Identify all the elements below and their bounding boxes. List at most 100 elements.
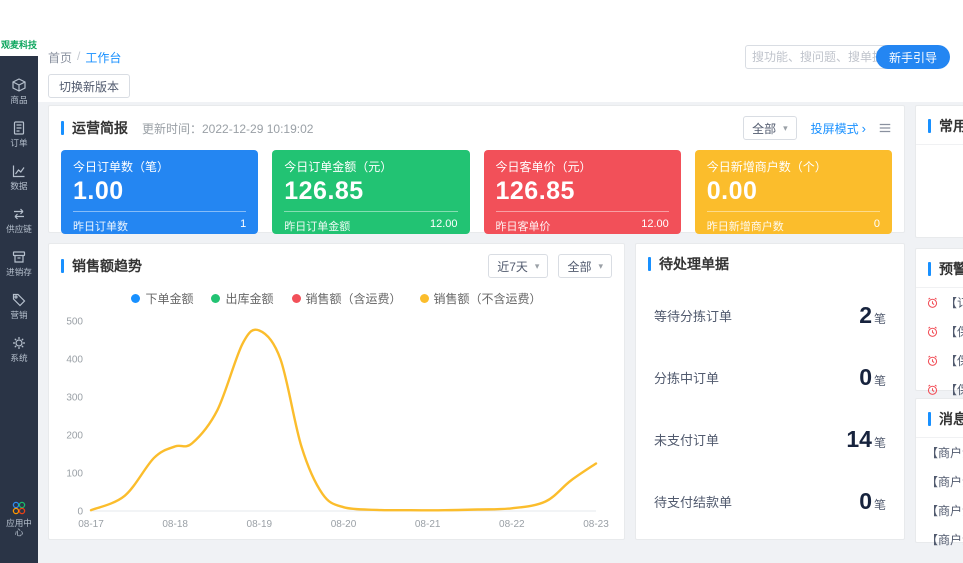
- breadcrumb-home-link[interactable]: 首页: [48, 49, 72, 66]
- sidebar-item-label: 供应链: [4, 225, 35, 234]
- stat-card-today-new-merchants: 今日新增商户数（个） 0.00 昨日新增商户数 0: [695, 150, 892, 234]
- warning-row[interactable]: 【保质期】: [916, 346, 963, 375]
- pending-row-unit: 笔: [874, 436, 886, 450]
- stat-sub-label: 昨日订单数: [73, 218, 128, 234]
- dashboard-content: 运营简报 更新时间：2022-12-29 10:19:02 全部 ▾ 投屏模式 …: [38, 102, 963, 563]
- pending-row-label: 未支付订单: [654, 430, 719, 449]
- gear-icon: [11, 335, 27, 351]
- sales-trend-chart: 010020030040050008-1708-1808-1908-2008-2…: [55, 309, 612, 539]
- legend-item-outbound-amount[interactable]: 出库金额: [211, 290, 273, 307]
- warning-text: 【保质期】: [945, 352, 963, 369]
- notice-text: 【商户注册】: [926, 444, 963, 461]
- sidebar-item-label: 进销存: [4, 268, 35, 277]
- stat-card-today-avg-order: 今日客单价（元） 126.85 昨日客单价 12.00: [484, 150, 681, 234]
- data-chart-icon: [11, 163, 27, 179]
- beginner-guide-button[interactable]: 新手引导: [876, 45, 950, 69]
- sidebar-item-label: 订单: [4, 139, 35, 148]
- warning-text: 【保质期】: [945, 381, 963, 398]
- pending-row-label: 分拣中订单: [654, 368, 719, 387]
- pending-row-sorting[interactable]: 分拣中订单 0笔: [654, 346, 886, 408]
- stat-sub-value: 0: [874, 218, 880, 234]
- sidebar-item-supply-chain[interactable]: 供应链: [0, 199, 38, 242]
- sidebar-item-products[interactable]: 商品: [0, 70, 38, 113]
- sidebar-item-system[interactable]: 系统: [0, 328, 38, 371]
- cast-mode-button[interactable]: 投屏模式 ›: [811, 120, 866, 137]
- alarm-clock-icon: [926, 325, 939, 338]
- stat-title: 今日新增商户数（个）: [707, 158, 880, 175]
- sidebar-item-label: 数据: [4, 182, 35, 191]
- breadcrumb: 首页 / 工作台: [48, 49, 121, 66]
- stat-title: 今日客单价（元）: [496, 158, 669, 175]
- sidebar-item-marketing[interactable]: 营销: [0, 285, 38, 328]
- title-accent-bar: [61, 259, 64, 273]
- sidebar-item-label: 应用中心: [4, 519, 35, 538]
- svg-text:08-21: 08-21: [415, 519, 441, 530]
- svg-text:08-23: 08-23: [583, 519, 609, 530]
- svg-text:200: 200: [66, 431, 83, 442]
- stat-title: 今日订单金额（元）: [284, 158, 457, 175]
- warning-info-card: 预警信息 【订单】 【保质期】 【保质期】 【保质期】: [915, 248, 963, 391]
- sidebar-item-app-center[interactable]: 应用中心: [0, 493, 38, 547]
- svg-text:500: 500: [66, 317, 83, 328]
- warning-row[interactable]: 【保质期】: [916, 317, 963, 346]
- legend-item-sales-without-freight[interactable]: 销售额（不含运费）: [420, 290, 542, 307]
- stat-title: 今日订单数（笔）: [73, 158, 246, 175]
- message-notice-title: 消息通知: [939, 409, 963, 429]
- notice-row[interactable]: 【商户注册】: [916, 438, 963, 467]
- subbar: 切换新版本: [38, 72, 963, 102]
- pending-row-settlement[interactable]: 待支付结款单 0笔: [654, 470, 886, 532]
- title-accent-bar: [928, 262, 931, 276]
- stat-sub-label: 昨日新增商户数: [707, 218, 784, 234]
- pending-title: 待处理单据: [659, 254, 729, 274]
- order-document-icon: [11, 120, 27, 136]
- notice-row[interactable]: 【商户注册】: [916, 467, 963, 496]
- warning-row[interactable]: 【订单】: [916, 288, 963, 317]
- notice-text: 【商户注册】: [926, 502, 963, 519]
- stat-divider: [284, 211, 457, 212]
- warning-text: 【保质期】: [945, 323, 963, 340]
- panel-settings-icon[interactable]: [878, 121, 892, 135]
- sidebar: 观麦科技 商品 订单 数据 供应链: [0, 0, 38, 563]
- main-area: 首页 / 工作台 新手引导 切换新版本 运营简报 更新时间：2022-12-29…: [38, 0, 963, 563]
- sidebar-item-data[interactable]: 数据: [0, 156, 38, 199]
- common-functions-header: 常用功能: [916, 106, 963, 145]
- trend-range-value: 近7天: [497, 258, 528, 275]
- warning-info-title: 预警信息: [939, 259, 963, 279]
- stat-divider: [73, 211, 246, 212]
- svg-text:08-19: 08-19: [247, 519, 273, 530]
- svg-text:08-22: 08-22: [499, 519, 525, 530]
- notice-text: 【商户注册】: [926, 531, 963, 548]
- stat-card-today-orders: 今日订单数（笔） 1.00 昨日订单数 1: [61, 150, 258, 234]
- pending-row-waiting-sorting[interactable]: 等待分拣订单 2笔: [654, 284, 886, 346]
- supply-chain-arrows-icon: [11, 206, 27, 222]
- stat-sub-label: 昨日订单金额: [284, 218, 350, 234]
- legend-label: 出库金额: [225, 290, 273, 307]
- pending-row-unit: 笔: [874, 312, 886, 326]
- switch-version-button[interactable]: 切换新版本: [48, 74, 130, 98]
- topbar: 首页 / 工作台 新手引导: [38, 0, 963, 72]
- notice-row[interactable]: 【商户注册】: [916, 525, 963, 554]
- sidebar-item-inventory[interactable]: 进销存: [0, 242, 38, 285]
- stat-sub-label: 昨日客单价: [496, 218, 551, 234]
- pending-card-header: 待处理单据: [636, 244, 904, 282]
- stat-sub-value: 12.00: [641, 218, 669, 234]
- pending-row-unpaid[interactable]: 未支付订单 14笔: [654, 408, 886, 470]
- legend-item-order-amount[interactable]: 下单金额: [131, 290, 193, 307]
- operations-brief-card: 运营简报 更新时间：2022-12-29 10:19:02 全部 ▾ 投屏模式 …: [48, 105, 905, 233]
- title-accent-bar: [928, 119, 931, 133]
- legend-item-sales-with-freight[interactable]: 销售额（含运费）: [292, 290, 402, 307]
- message-notice-header: 消息通知: [916, 399, 963, 438]
- pending-row-unit: 笔: [874, 374, 886, 388]
- trend-scope-select[interactable]: 全部 ▾: [558, 254, 612, 278]
- warning-info-header: 预警信息: [916, 249, 963, 288]
- brief-scope-value: 全部: [752, 120, 776, 137]
- brief-scope-select[interactable]: 全部 ▾: [743, 116, 797, 140]
- sidebar-item-label: 商品: [4, 96, 35, 105]
- cast-mode-label: 投屏模式: [811, 120, 859, 137]
- sidebar-item-orders[interactable]: 订单: [0, 113, 38, 156]
- sidebar-item-label: 系统: [4, 354, 35, 363]
- trend-range-select[interactable]: 近7天 ▾: [488, 254, 548, 278]
- svg-text:08-17: 08-17: [78, 519, 104, 530]
- notice-row[interactable]: 【商户注册】: [916, 496, 963, 525]
- search-input[interactable]: [752, 50, 880, 64]
